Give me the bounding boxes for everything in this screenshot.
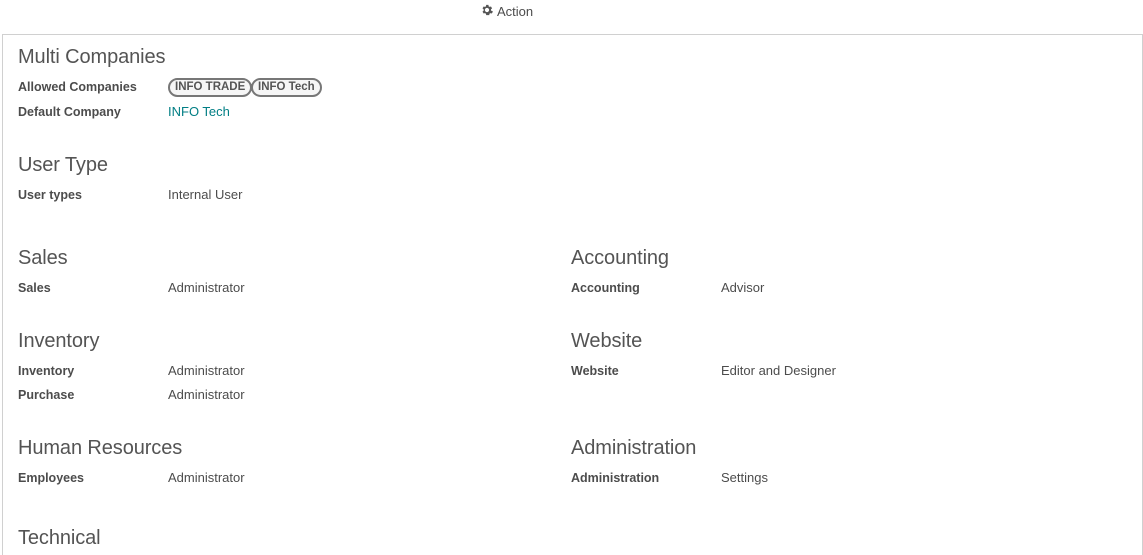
form-sheet: Multi Companies Allowed Companies INFO T…	[2, 34, 1143, 555]
accounting-title: Accounting	[571, 247, 669, 269]
administration-title: Administration	[571, 437, 697, 459]
accounting-label: Accounting	[571, 281, 640, 295]
inventory-label: Inventory	[18, 364, 75, 378]
sales-value[interactable]: Administrator	[168, 280, 245, 295]
user-types-value[interactable]: Internal User	[168, 187, 242, 202]
gear-icon	[481, 4, 493, 19]
control-panel: Action	[0, 0, 1143, 34]
action-label: Action	[497, 3, 534, 19]
default-company-link[interactable]: INFO Tech	[168, 104, 230, 119]
purchase-value[interactable]: Administrator	[168, 387, 245, 402]
sales-label: Sales	[18, 281, 51, 295]
employees-label: Employees	[18, 471, 85, 485]
website-title: Website	[571, 330, 643, 352]
default-company-label: Default Company	[18, 105, 121, 119]
user-types-label: User types	[18, 188, 82, 202]
user-type-title: User Type	[18, 154, 108, 176]
accounting-value[interactable]: Advisor	[721, 280, 764, 295]
inventory-value[interactable]: Administrator	[168, 363, 245, 378]
inventory-title: Inventory	[18, 330, 100, 352]
purchase-label: Purchase	[18, 388, 75, 402]
administration-label: Administration	[571, 471, 660, 485]
action-button[interactable]: Action	[481, 2, 533, 20]
technical-title: Technical	[18, 527, 101, 549]
company-tag-info-trade[interactable]: INFO TRADE	[168, 78, 253, 97]
human-resources-title: Human Resources	[18, 437, 183, 459]
website-value[interactable]: Editor and Designer	[721, 363, 836, 378]
company-tag-info-tech[interactable]: INFO Tech	[251, 78, 322, 97]
allowed-companies-label: Allowed Companies	[18, 80, 137, 94]
employees-value[interactable]: Administrator	[168, 470, 245, 485]
multi-companies-title: Multi Companies	[18, 46, 166, 68]
website-label: Website	[571, 364, 619, 378]
administration-value[interactable]: Settings	[721, 470, 768, 485]
sales-title: Sales	[18, 247, 68, 269]
